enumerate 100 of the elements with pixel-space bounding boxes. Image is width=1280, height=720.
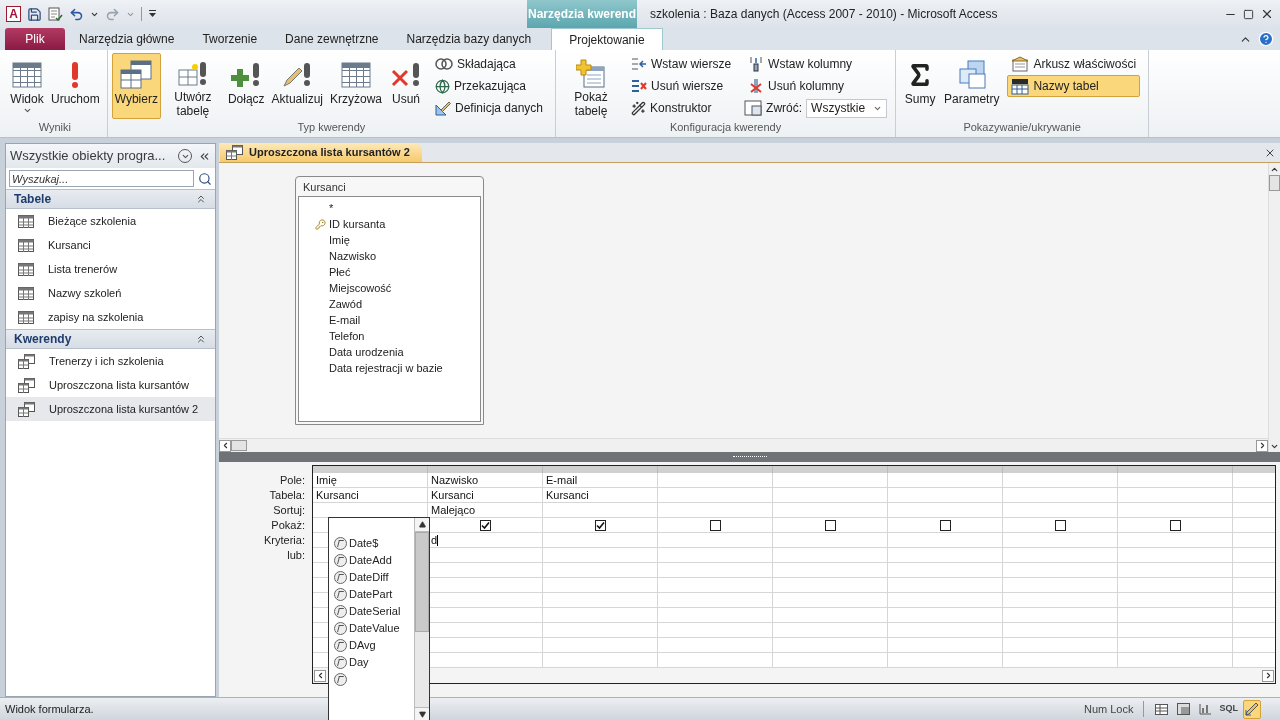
grid-cell[interactable] — [1003, 563, 1118, 578]
search-field[interactable]: Wyszukaj... — [9, 170, 195, 187]
ribbon-tab[interactable]: Dane zewnętrzne — [271, 28, 393, 50]
ribbon-button[interactable]: Definicja danych — [431, 97, 548, 119]
nav-item[interactable]: Lista trenerów — [6, 257, 215, 281]
column-selector[interactable] — [658, 466, 773, 473]
show-checkbox[interactable] — [939, 519, 951, 531]
grid-cell[interactable] — [888, 503, 1003, 518]
ribbon-button[interactable]: Usuń wiersze — [627, 75, 736, 97]
grid-cell[interactable] — [658, 518, 773, 533]
ribbon-button[interactable]: Konstruktor — [627, 97, 736, 119]
ribbon-tab[interactable]: Narzędzia bazy danych — [392, 28, 546, 50]
nav-item[interactable]: Bieżące szkolenia — [6, 209, 215, 233]
field-name[interactable]: Data rejestracji w bazie — [329, 359, 443, 377]
grid-cell[interactable] — [1003, 533, 1118, 548]
field-name[interactable]: Nazwisko — [329, 247, 377, 265]
function-item[interactable]: Date$ — [349, 535, 379, 552]
grid-cell[interactable] — [1118, 488, 1233, 503]
ribbon-button[interactable]: Usuń — [386, 53, 426, 119]
ribbon-tab[interactable]: Tworzenie — [188, 28, 272, 50]
grid-cell[interactable] — [658, 653, 773, 668]
grid-cell[interactable]: Malejąco — [428, 503, 543, 518]
grid-cell[interactable] — [888, 548, 1003, 563]
grid-cell[interactable]: Kursanci — [543, 488, 658, 503]
grid-cell[interactable] — [543, 533, 658, 548]
grid-cell[interactable] — [658, 533, 773, 548]
table-field-list[interactable]: Kursanci * ID kursanta Imię Nazwisko Płeć Miejscowość Zawód E-mail Telefon Data urodzenia Data rejestracji w bazie — [295, 176, 484, 425]
grid-cell[interactable] — [543, 578, 658, 593]
field-name[interactable]: E-mail — [329, 311, 361, 329]
nav-item[interactable]: Uproszczona lista kursantów 2 — [6, 397, 215, 421]
grid-cell[interactable] — [428, 653, 543, 668]
grid-cell[interactable] — [1003, 548, 1118, 563]
grid-cell[interactable] — [773, 488, 888, 503]
grid-cell[interactable] — [1003, 473, 1118, 488]
column-selector[interactable] — [888, 466, 1003, 473]
field-name[interactable]: Miejscowość — [329, 279, 392, 297]
grid-cell[interactable] — [658, 608, 773, 623]
grid-cell[interactable] — [428, 608, 543, 623]
autocomplete-menu[interactable]: Date$ DateAdd DateDiff DatePart DateSerial DateValue DAvg Day — [328, 517, 430, 720]
grid-cell[interactable] — [1118, 473, 1233, 488]
ribbon-button[interactable]: Przekazująca — [431, 75, 548, 97]
field-name[interactable]: * — [329, 199, 334, 217]
function-item[interactable]: DateDiff — [349, 569, 389, 586]
show-checkbox[interactable] — [479, 519, 491, 531]
nav-item[interactable]: zapisy na szkolenia — [6, 305, 215, 329]
grid-cell[interactable] — [773, 518, 888, 533]
column-selector[interactable] — [543, 466, 658, 473]
grid-cell[interactable] — [773, 623, 888, 638]
field-name[interactable]: Zawód — [329, 295, 363, 313]
ribbon-button[interactable]: Usuń kolumny — [744, 75, 888, 97]
grid-cell[interactable] — [888, 578, 1003, 593]
ribbon-button[interactable]: Sumy — [900, 53, 941, 119]
ribbon-button[interactable]: Uruchom — [48, 53, 103, 119]
grid-cell[interactable] — [888, 563, 1003, 578]
restore-icon[interactable] — [1243, 8, 1254, 20]
view-button[interactable] — [1243, 699, 1261, 719]
grid-cell[interactable] — [543, 563, 658, 578]
ribbon-tab[interactable]: Narzędzia główne — [65, 28, 189, 50]
grid-cell[interactable] — [1003, 608, 1118, 623]
show-checkbox[interactable] — [1169, 519, 1181, 531]
search-icon[interactable] — [198, 171, 212, 186]
customize-caret-icon[interactable] — [148, 9, 157, 19]
field-name[interactable]: Telefon — [329, 327, 365, 345]
grid-cell[interactable] — [1003, 593, 1118, 608]
column-selector[interactable] — [1118, 466, 1233, 473]
grid-cell[interactable] — [428, 623, 543, 638]
grid-cell[interactable] — [1118, 548, 1233, 563]
grid-cell[interactable] — [658, 563, 773, 578]
grid-cell[interactable] — [773, 473, 888, 488]
ribbon-button[interactable]: Wstaw wiersze — [627, 53, 736, 75]
scroll-up-icon[interactable] — [415, 518, 429, 532]
grid-cell[interactable]: d — [428, 533, 543, 548]
grid-cell[interactable] — [773, 638, 888, 653]
grid-cell[interactable] — [658, 473, 773, 488]
grid-cell[interactable]: Kursanci — [428, 488, 543, 503]
ribbon-button[interactable]: Aktualizuj — [268, 53, 326, 119]
ribbon-button[interactable]: Arkusz właściwości — [1007, 53, 1141, 75]
grid-cell[interactable] — [773, 653, 888, 668]
undo-icon[interactable] — [69, 6, 84, 22]
file-tab[interactable]: Plik — [5, 28, 65, 50]
save-icon[interactable] — [27, 6, 42, 22]
grid-cell[interactable] — [428, 638, 543, 653]
grid-cell[interactable] — [1118, 653, 1233, 668]
grid-cell[interactable] — [1118, 503, 1233, 518]
ribbon-button[interactable]: Pokaż tabelę — [560, 53, 623, 119]
grid-cell[interactable] — [1118, 638, 1233, 653]
grid-cell[interactable] — [1118, 593, 1233, 608]
grid-cell[interactable] — [543, 608, 658, 623]
ribbon-button[interactable]: Utwórz tabelę — [161, 53, 224, 119]
column-selector[interactable] — [428, 466, 543, 473]
show-checkbox[interactable] — [594, 519, 606, 531]
criteria-text[interactable]: d — [431, 533, 438, 547]
ribbon-button[interactable]: Nazwy tabel — [1007, 75, 1141, 97]
nav-item[interactable]: Nazwy szkoleń — [6, 281, 215, 305]
grid-cell[interactable] — [543, 518, 658, 533]
grid-cell[interactable] — [428, 518, 543, 533]
scrollbar-thumb[interactable] — [415, 532, 429, 632]
ribbon-button[interactable]: Krzyżowa — [326, 53, 385, 119]
grid-cell[interactable] — [428, 578, 543, 593]
ribbon-button[interactable]: Parametry — [941, 53, 1003, 119]
